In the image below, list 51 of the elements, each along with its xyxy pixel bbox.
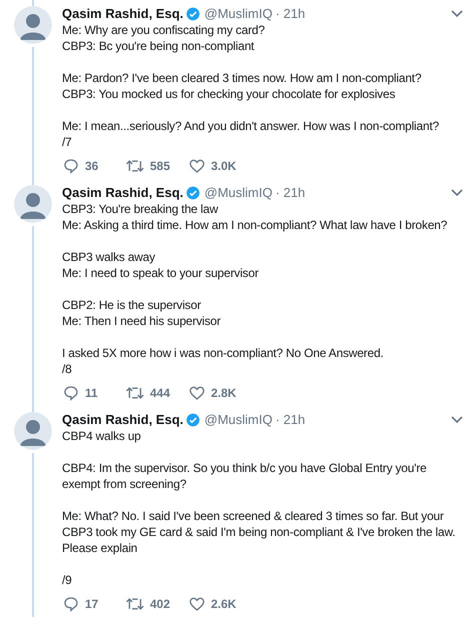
author-handle[interactable]: @MuslimIQ: [204, 4, 272, 24]
tweet-text: CBP4 walks up: [62, 428, 142, 444]
caret-icon[interactable]: [451, 188, 463, 196]
tweet-text: CBP3: You mocked us for checking your chocolate for explosives: [62, 86, 396, 102]
reply-count: 36: [85, 158, 98, 175]
tweet-text: /9: [62, 572, 73, 588]
tweet-text: CBP3: Bc you're being non-compliant: [62, 38, 256, 54]
tweet-time[interactable]: · 21h: [275, 4, 306, 24]
like-count: 3.0K: [211, 158, 236, 175]
reply-icon[interactable]: [63, 385, 79, 401]
avatar-icon[interactable]: [14, 185, 52, 223]
retweet-icon[interactable]: [126, 385, 144, 401]
tweet-text: Me: Asking a third time. How am I non-compliant? What law have I broken?: [62, 217, 448, 233]
avatar-icon[interactable]: [14, 412, 52, 450]
author-handle[interactable]: @MuslimIQ: [204, 410, 272, 430]
retweet-count: 402: [150, 596, 170, 613]
retweet-icon[interactable]: [126, 158, 144, 174]
heart-icon[interactable]: [189, 596, 205, 612]
reply-count: 17: [85, 596, 98, 613]
tweet-time[interactable]: · 21h: [275, 410, 306, 430]
reply-icon[interactable]: [63, 158, 79, 174]
author-name[interactable]: Qasim Rashid, Esq.: [62, 182, 184, 202]
tweet-text: Me: What? No. I said I've been screened & cleared 3 times so far. But your CBP3 took my GE card & said I'm being non-compliant & I've broken the law. Please explain: [62, 508, 456, 556]
heart-icon[interactable]: [189, 385, 205, 401]
tweet-time[interactable]: · 21h: [275, 182, 306, 202]
retweet-count: 585: [150, 158, 170, 175]
caret-icon[interactable]: [451, 10, 463, 18]
tweet-text: Me: Why are you confiscating my card?: [62, 22, 266, 38]
retweet-count: 444: [150, 385, 170, 402]
reply-icon[interactable]: [63, 596, 79, 612]
tweet-text: CBP3: You're breaking the law: [62, 201, 220, 217]
tweet-text: Me: I need to speak to your supervisor: [62, 265, 260, 281]
tweet-text: Me: Then I need his supervisor: [62, 313, 222, 329]
author-name[interactable]: Qasim Rashid, Esq.: [62, 410, 184, 430]
retweet-icon[interactable]: [126, 596, 144, 612]
tweet-text: I asked 5X more how i was non-compliant? No One Answered.: [62, 345, 384, 361]
like-count: 2.8K: [211, 385, 236, 402]
tweet-text: CBP4: Im the supervisor. So you think b/c you have Global Entry you're exempt from screening?: [62, 460, 428, 492]
caret-icon[interactable]: [451, 416, 463, 424]
tweet-text: CBP2: He is the supervisor: [62, 297, 202, 313]
author-handle[interactable]: @MuslimIQ: [204, 182, 272, 202]
tweet-text: /7: [62, 134, 73, 150]
reply-count: 11: [85, 385, 98, 402]
like-count: 2.6K: [211, 596, 236, 613]
tweet-text: CBP3 walks away: [62, 249, 156, 265]
tweet-text: Me: I mean...seriously? And you didn't answer. How was I non-compliant?: [62, 118, 440, 134]
heart-icon[interactable]: [189, 158, 205, 174]
author-name[interactable]: Qasim Rashid, Esq.: [62, 4, 184, 24]
tweet-text: Me: Pardon? I've been cleared 3 times now. How am I non-compliant?: [62, 70, 422, 86]
tweet-text: /8: [62, 361, 73, 377]
avatar-icon[interactable]: [14, 6, 52, 44]
